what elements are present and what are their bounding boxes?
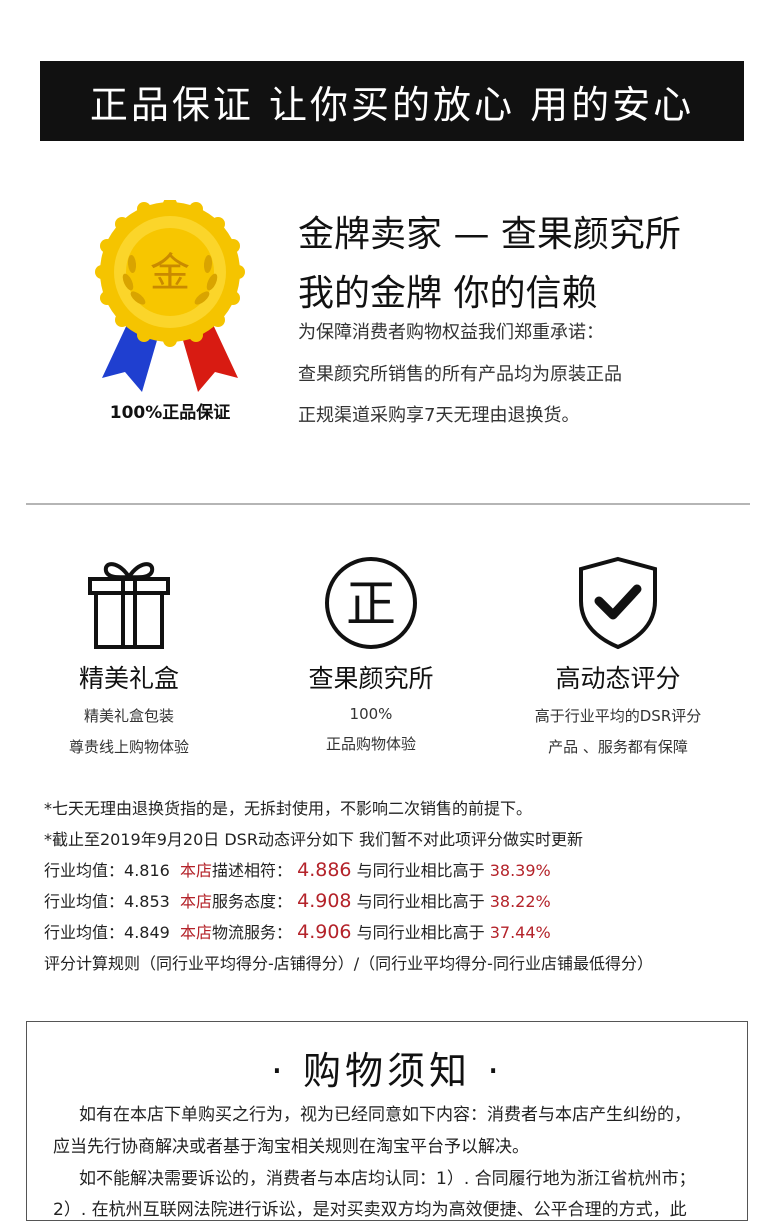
promise-line: 为保障消费者购物权益我们郑重承诺： bbox=[298, 322, 604, 343]
note-line: *截止至2019年9月20日 DSR动态评分如下 我们暂不对此项评分做实时更新 bbox=[44, 830, 584, 849]
feature-line: 尊贵线上购物体验 bbox=[68, 738, 189, 756]
seller-title: 金牌卖家 — 查果颜究所 bbox=[298, 214, 681, 255]
feature-line: 产品 、服务都有保障 bbox=[548, 738, 688, 756]
notice-line: 2）. 在杭州互联网法院进行诉讼，是对买卖双方均为高效便捷、公平合理的方式，此 bbox=[53, 1200, 687, 1220]
banner-text: 正品保证 让你买的放心 用的安心 bbox=[89, 82, 695, 127]
feature-title: 高动态评分 bbox=[555, 664, 681, 693]
dsr-notes: *七天无理由退换货指的是，无拆封使用，不影响二次销售的前提下。 *截止至2019… bbox=[44, 793, 653, 979]
feature-rating: 高动态评分 高于行业平均的DSR评分 产品 、服务都有保障 bbox=[508, 555, 728, 757]
section-divider bbox=[26, 503, 750, 505]
rating-row: 行业均值：4.849 本店物流服务： 4.906 与同行业相比高于 37.44% bbox=[44, 921, 551, 943]
rating-row: 行业均值：4.853 本店服务态度： 4.908 与同行业相比高于 38.22% bbox=[44, 890, 551, 912]
notice-line: 如有在本店下单购买之行为，视为已经同意如下内容：消费者与本店产生纠纷的， bbox=[79, 1105, 691, 1125]
rating-row: 行业均值：4.816 本店描述相符： 4.886 与同行业相比高于 38.39% bbox=[44, 859, 551, 881]
shopping-notice: · 购物须知 · 如有在本店下单购买之行为，视为已经同意如下内容：消费者与本店产… bbox=[26, 1021, 748, 1221]
top-banner: 正品保证 让你买的放心 用的安心 bbox=[40, 61, 744, 141]
seal-glyph: 正 bbox=[346, 575, 396, 633]
feature-title: 查果颜究所 bbox=[308, 664, 434, 693]
zheng-seal-icon: 正 bbox=[325, 557, 417, 649]
formula-line: 评分计算规则（同行业平均得分-店铺得分）/（同行业平均得分-同行业店铺最低得分） bbox=[44, 954, 653, 973]
shopping-title: · 购物须知 · bbox=[270, 1049, 504, 1093]
feature-line: 正品购物体验 bbox=[325, 735, 416, 753]
notice-line: 应当先行协商解决或者基于淘宝相关规则在淘宝平台予以解决。 bbox=[53, 1137, 529, 1157]
seller-subtitle: 我的金牌 你的信赖 bbox=[298, 273, 598, 314]
feature-gift: 精美礼盒 精美礼盒包装 尊贵线上购物体验 bbox=[19, 555, 239, 757]
note-line: *七天无理由退换货指的是，无拆封使用，不影响二次销售的前提下。 bbox=[44, 799, 533, 818]
gold-medal-icon: 金 bbox=[90, 200, 250, 400]
feature-line: 100% bbox=[349, 705, 393, 723]
notice-line: 如不能解决需要诉讼的，消费者与本店均认同：1）. 合同履行地为浙江省杭州市； bbox=[79, 1169, 696, 1189]
medal-caption: 100%正品保证 bbox=[109, 403, 231, 423]
promise-line: 正规渠道采购享7天无理由退换货。 bbox=[298, 405, 580, 426]
promise-line: 查果颜究所销售的所有产品均为原装正品 bbox=[298, 364, 622, 385]
feature-title: 精美礼盒 bbox=[78, 664, 179, 693]
shield-check-icon bbox=[579, 556, 657, 650]
medal-glyph: 金 bbox=[150, 250, 190, 296]
gift-box-icon bbox=[88, 562, 170, 649]
feature-line: 高于行业平均的DSR评分 bbox=[534, 707, 702, 725]
feature-authentic: 正 查果颜究所 100% 正品购物体验 bbox=[261, 555, 481, 754]
feature-line: 精美礼盒包装 bbox=[83, 707, 174, 725]
